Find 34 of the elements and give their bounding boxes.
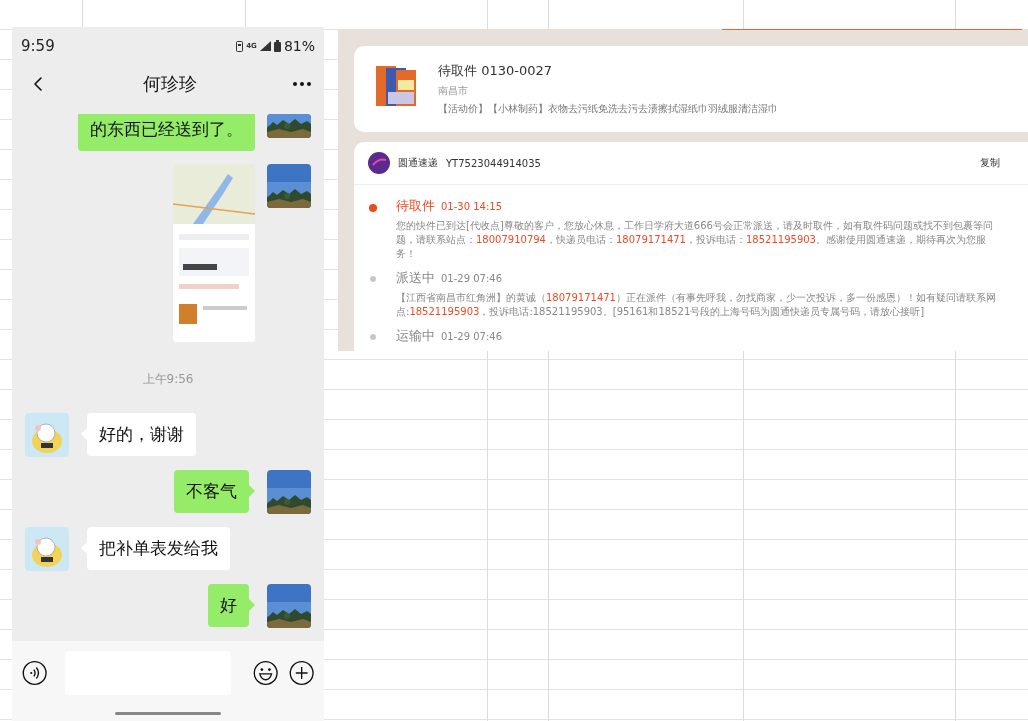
product-description: 【活动价】【小林制药】衣物去污纸免洗去污去渍擦拭湿纸巾羽绒服清洁湿巾 <box>438 102 778 116</box>
signal-icon <box>259 41 271 51</box>
message-time: 上午9:56 <box>142 372 194 386</box>
carrier-name: 圆通速递 <box>398 156 438 170</box>
copy-link[interactable]: 复制 <box>980 156 1000 170</box>
message-bubble: 把补单表发给我 <box>87 527 230 570</box>
bubble-tail <box>249 485 255 497</box>
event-status: 运输中 <box>396 327 435 345</box>
order-title: 待取件 0130-0027 <box>438 62 553 80</box>
order-city: 南昌市 <box>438 84 469 98</box>
event-status: 待取件 <box>396 197 435 215</box>
event-status: 派送中 <box>396 269 435 287</box>
message-bubble: 好 <box>208 584 249 627</box>
avatar-icon <box>25 527 69 571</box>
avatar-icon <box>25 413 69 457</box>
event-time: 01-29 07:46 <box>441 273 503 284</box>
event-time: 01-29 07:46 <box>441 331 503 342</box>
carrier-logo-icon <box>368 152 390 174</box>
event-description: 【江西省南昌市红角洲】的黄诚（18079171471）正在派件（有事先呼我，勿找商家，少一次投诉，多一份感恩）！如有疑问请联系网点:18521195903，投诉电话:18521195903。[95161和18521号段的上海号码为圆通快递员专属号码，请放心接听] <box>396 291 997 319</box>
message-bubble: 好的，谢谢 <box>87 413 196 456</box>
battery-icon <box>273 40 281 52</box>
plus-icon[interactable] <box>288 658 314 688</box>
sim-icon <box>236 40 244 52</box>
tracking-number: YT7523044914035 <box>446 157 542 169</box>
message-bubble: 的东西已经送到了。 <box>78 114 255 151</box>
chat-title: 何珍珍 <box>143 72 197 96</box>
battery-percent: 81% <box>283 38 315 54</box>
emoji-icon[interactable] <box>253 658 279 688</box>
message-bubble: 不客气 <box>174 470 249 513</box>
voice-icon[interactable] <box>22 658 48 688</box>
event-time: 01-30 14:15 <box>441 201 503 212</box>
event-description: 您的快件已到达[代收点]尊敬的客户，您放心休息，工作日学府大道666号会正常派送，请及时取件，如有取件码问题或找不到包裹等问题，请联系站点：18007910794，快递员电话：18079171471，投诉电话：18521195903。感谢使用圆通速递，期待再次为您服务！ <box>396 219 994 261</box>
status-time: 9:59 <box>21 37 55 55</box>
bubble-tail <box>249 599 255 611</box>
